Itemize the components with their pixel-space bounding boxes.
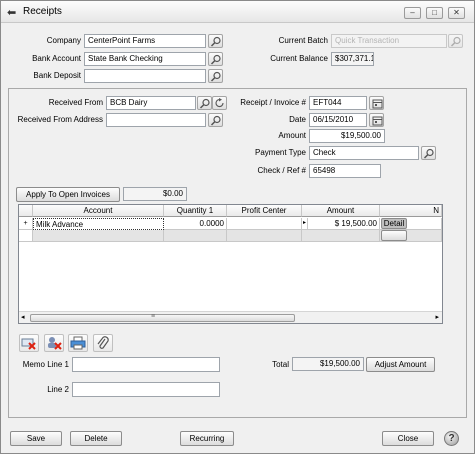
column-header-account[interactable]: Account [33,205,164,217]
payment-type-label: Payment Type [255,148,306,157]
grip-icon: ≡ [151,313,156,320]
delete-button[interactable]: Delete [70,431,122,446]
bank-account-label: Bank Account [32,54,81,63]
new-row-cell[interactable] [164,230,227,242]
memo-line2-field[interactable] [72,382,220,397]
print-button[interactable] [68,334,88,352]
received-from-label: Received From [48,98,103,107]
received-from-field[interactable]: BCB Dairy [106,96,196,110]
amount-field[interactable]: $19,500.00 [309,129,385,143]
column-header-n[interactable]: N [380,205,442,217]
current-balance-value: $307,371.13 [331,52,374,66]
horizontal-scrollbar[interactable]: ◂ ≡ ▸ [19,311,442,323]
scroll-thumb[interactable]: ≡ [30,313,295,322]
recurring-button[interactable]: Recurring [180,431,234,446]
column-header-quantity[interactable]: Quantity 1 [164,205,227,217]
received-from-address-lookup-button[interactable] [208,113,223,127]
apply-amount-value: $0.00 [123,187,187,201]
print-icon [70,336,86,350]
bank-deposit-lookup-button[interactable] [208,69,223,83]
received-from-lookup-button[interactable] [197,96,212,110]
new-row-cell[interactable] [33,230,164,242]
received-from-address-label: Received From Address [17,115,103,124]
close-button[interactable]: Close [382,431,434,446]
delete-row-icon [21,338,36,350]
cell-quantity[interactable]: 0.0000 [164,218,227,230]
current-batch-field: Quick Transaction [331,34,447,48]
help-icon[interactable]: ? [444,431,459,446]
detail-grid[interactable]: Account Quantity 1 Profit Center Amount … [18,204,443,324]
apply-to-open-invoices-button[interactable]: Apply To Open Invoices [16,187,120,202]
receipt-panel: Received From BCB Dairy Received From Ad… [8,88,467,418]
scroll-right-icon[interactable]: ▸ [435,313,439,321]
new-row-selector[interactable] [19,230,33,242]
minimize-button[interactable]: – [404,7,421,19]
payment-type-lookup-button[interactable] [421,146,436,160]
close-window-button[interactable]: ✕ [448,7,465,19]
save-button[interactable]: Save [10,431,62,446]
cell-profit-center[interactable] [227,218,302,230]
receipts-window: ⬅ Receipts – □ ✕ Company CenterPoint Far… [0,0,475,454]
scroll-left-icon[interactable]: ◂ [21,313,25,321]
company-lookup-button[interactable] [208,34,223,48]
cell-account[interactable]: Milk Advance [33,218,164,230]
bank-account-field[interactable]: State Bank Checking [84,52,206,66]
magnifier-icon [210,71,221,82]
payment-type-field[interactable]: Check [309,146,419,160]
delete-person-icon [48,337,62,350]
bank-deposit-label: Bank Deposit [33,71,81,80]
column-header-profit-center[interactable]: Profit Center [227,205,302,217]
magnifier-icon [210,54,221,65]
current-balance-label: Current Balance [270,54,328,63]
memo-line2-label: Line 2 [47,385,69,394]
bank-deposit-field[interactable] [84,69,206,83]
title-bar: ⬅ Receipts – □ ✕ [1,1,474,23]
delete-distribution-button[interactable] [44,334,64,352]
new-row-detail-button[interactable] [381,230,407,241]
memo-line1-field[interactable] [72,357,220,372]
grid-corner [19,205,33,217]
attach-button[interactable] [93,334,113,352]
maximize-button[interactable]: □ [426,7,443,19]
current-batch-lookup-button [448,34,463,48]
bank-account-lookup-button[interactable] [208,52,223,66]
magnifier-icon [423,148,434,159]
check-ref-field[interactable]: 65498 [309,164,381,178]
cell-amount[interactable]: $ 19,500.00 [308,218,380,230]
new-row-cell[interactable] [227,230,302,242]
check-ref-label: Check / Ref # [257,166,306,175]
new-row-cell[interactable] [302,230,380,242]
calendar-icon [372,99,383,109]
column-header-amount[interactable]: Amount [302,205,380,217]
received-from-address-field[interactable] [106,113,206,127]
detail-button[interactable]: Detail [381,218,407,229]
delete-row-button[interactable] [19,334,39,352]
magnifier-icon [210,36,221,47]
receipts-icon: ⬅ [7,7,17,19]
total-value: $19,500.00 [292,357,364,371]
date-picker-button[interactable] [369,113,384,127]
company-field[interactable]: CenterPoint Farms [84,34,206,48]
company-label: Company [46,36,81,45]
receipt-invoice-field[interactable]: EFT044 [309,96,367,110]
row-expander[interactable]: + [19,218,33,230]
paperclip-icon [97,336,109,349]
amount-label: Amount [278,131,306,140]
calendar-icon [372,116,383,126]
cell-detail: Detail [380,218,442,230]
new-row-cell [380,230,442,242]
magnifier-icon [450,36,461,47]
date-field[interactable]: 06/15/2010 [309,113,367,127]
adjust-amount-button[interactable]: Adjust Amount [366,357,435,372]
receipt-invoice-label: Receipt / Invoice # [240,98,306,107]
magnifier-icon [210,115,221,126]
window-title: Receipts [23,6,62,17]
receipt-invoice-picker-button[interactable] [369,96,384,110]
memo-line1-label: Memo Line 1 [22,360,69,369]
magnifier-icon [199,98,210,109]
current-batch-label: Current Batch [278,36,328,45]
total-label: Total [272,360,289,369]
date-label: Date [289,115,306,124]
